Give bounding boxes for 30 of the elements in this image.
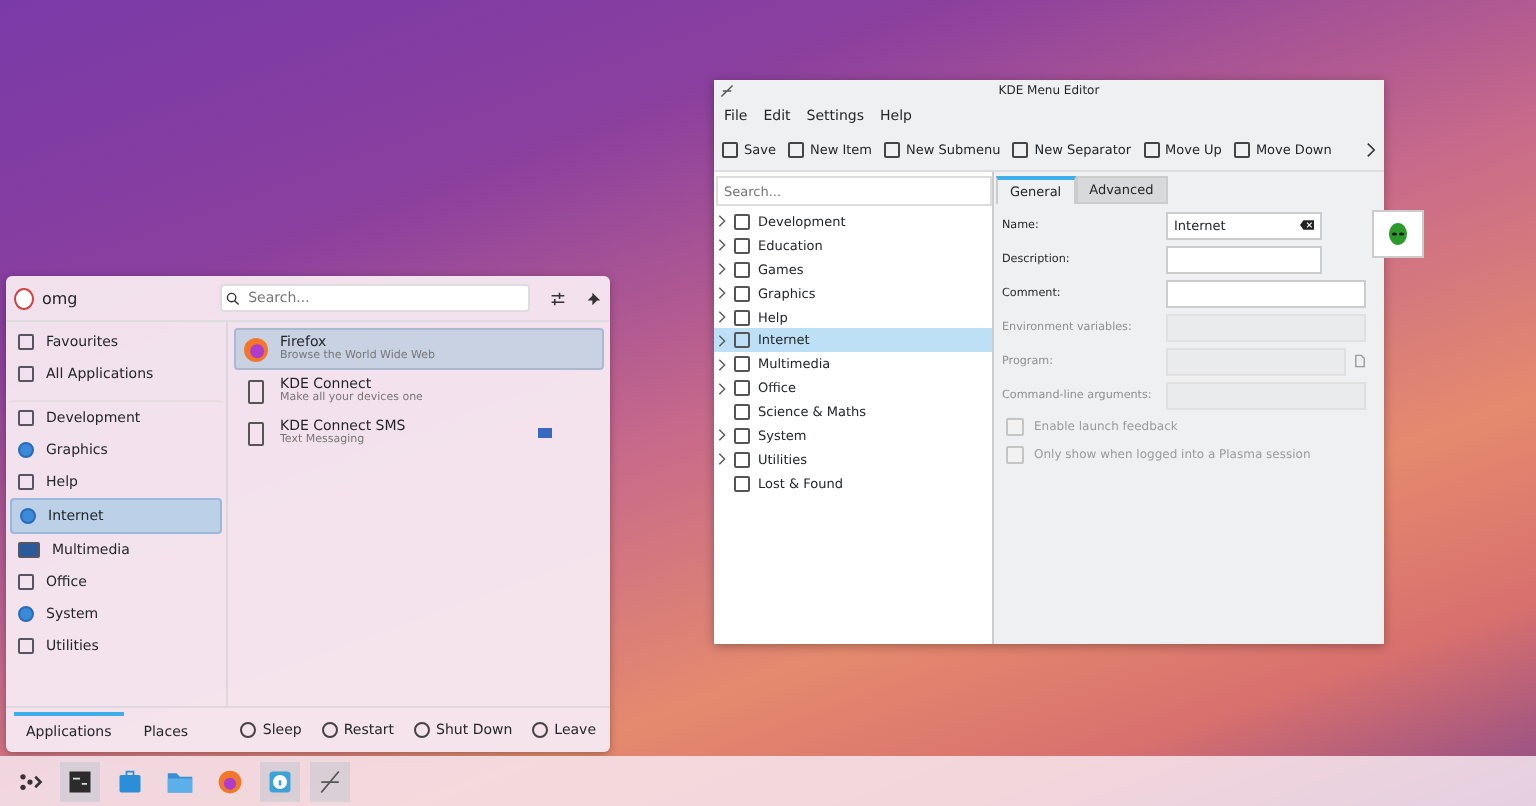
clear-icon[interactable] [1300, 220, 1314, 230]
menu-editor-icon[interactable] [310, 761, 350, 801]
power-icon [321, 722, 338, 738]
power-icon [532, 722, 549, 738]
icon-button[interactable] [1372, 210, 1424, 258]
search-icon [226, 291, 241, 305]
app-icon [720, 84, 734, 98]
toolbar-icon [722, 142, 738, 158]
toolbar-icon [787, 142, 804, 158]
toolbar-icon [884, 142, 901, 158]
phone-icon [248, 379, 264, 403]
phone-icon [248, 421, 264, 445]
user-name: omg [41, 289, 80, 307]
toolbar-icon [1143, 142, 1160, 158]
pin-icon[interactable] [586, 289, 602, 307]
power-icon [414, 722, 431, 738]
category-icon [20, 508, 36, 524]
avatar-icon[interactable] [14, 287, 34, 309]
toolbar-icon [1012, 142, 1029, 158]
category-icon [18, 542, 40, 558]
power-icon [240, 722, 257, 738]
text-field[interactable] [1166, 279, 1366, 307]
browser-icon [244, 337, 268, 361]
chevron-icon[interactable] [1366, 142, 1376, 158]
alien-head-icon [1388, 222, 1408, 246]
info-icon[interactable] [260, 761, 300, 801]
configure-icon[interactable] [550, 289, 567, 307]
text-field[interactable] [1166, 245, 1322, 273]
terminal-icon[interactable] [60, 761, 100, 801]
toolbar-icon [1233, 142, 1250, 158]
